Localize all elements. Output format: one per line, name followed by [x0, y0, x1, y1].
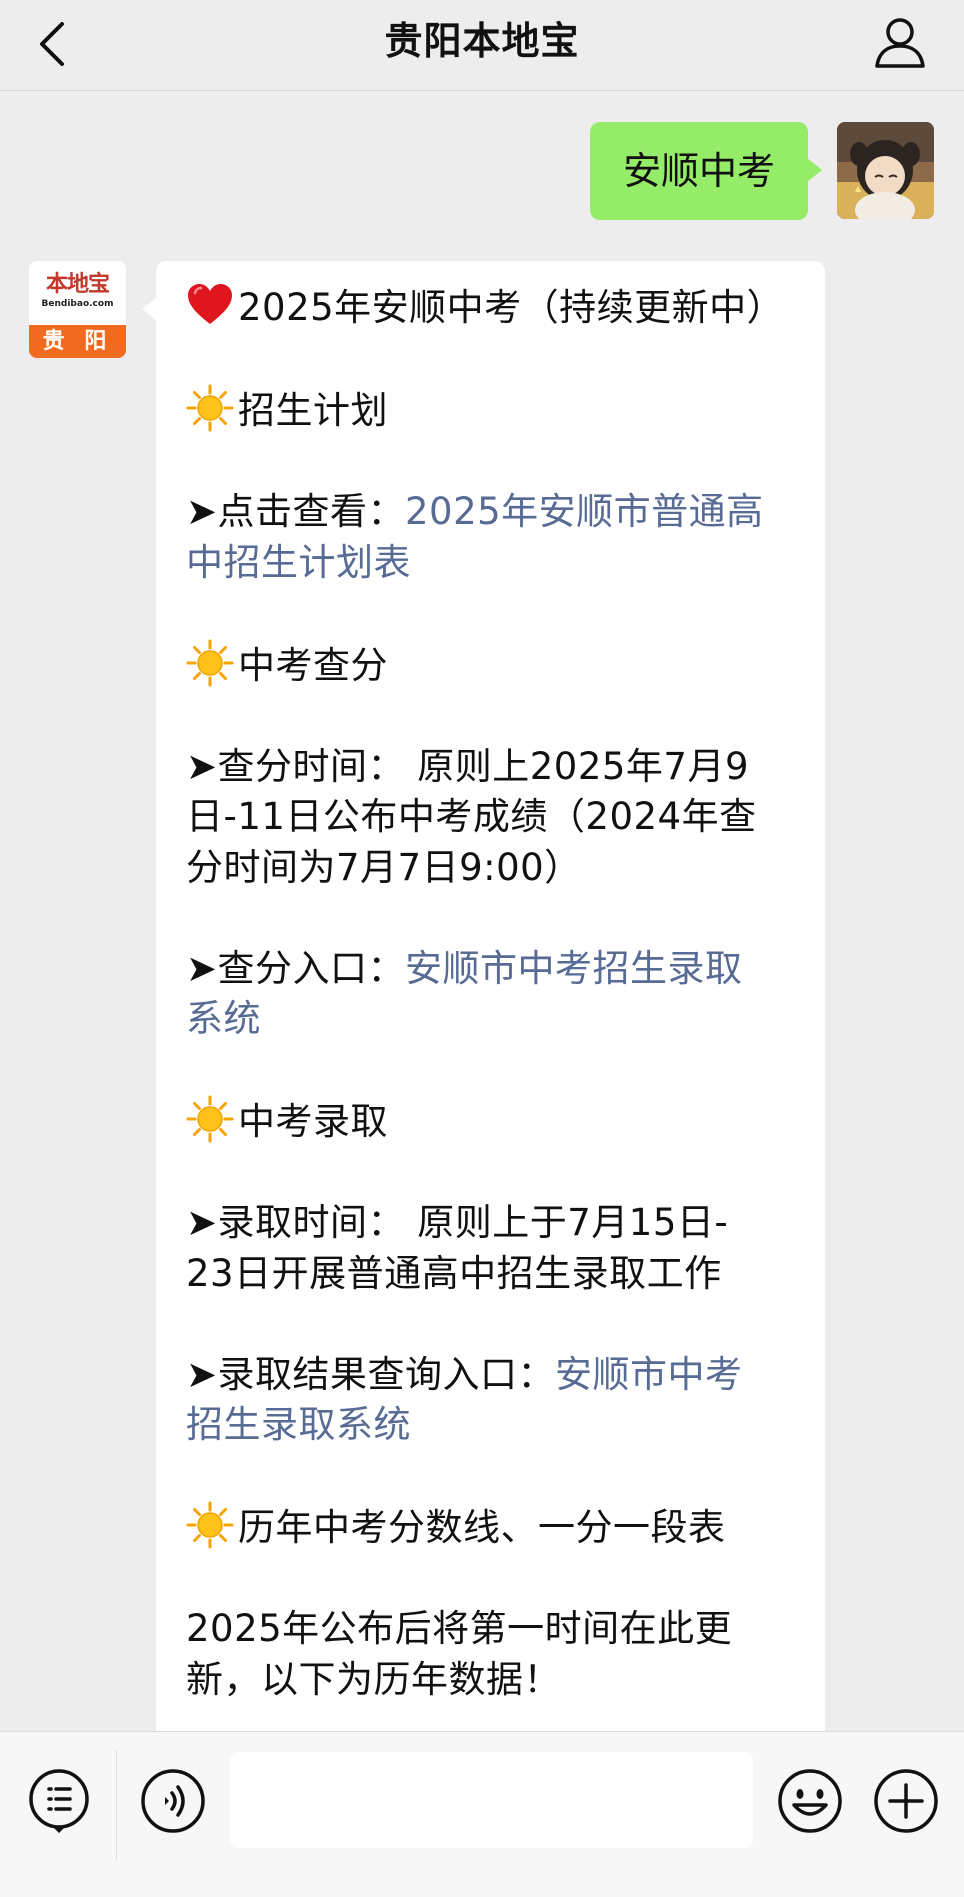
page-title: 贵阳本地宝 — [384, 19, 580, 63]
bendibao-logo-avatar[interactable]: 本地宝 Bendibao.com 贵 阳 — [29, 261, 126, 358]
bot-message-bubble[interactable]: 2025年安顺中考（持续更新中） 招生计划 ➤点击查看：2025年安顺市普通高 … — [142, 261, 825, 1731]
voice-icon[interactable] — [139, 1767, 207, 1835]
sun-icon — [186, 384, 234, 432]
message-input[interactable] — [230, 1752, 753, 1848]
item-text-line: 2025年公布后将第一时间在此更 — [186, 1607, 733, 1650]
enrollment-plan-link[interactable]: 2025年安顺市普通高 — [405, 490, 764, 533]
chat-area[interactable]: 安顺中考 本地宝 Bendibao.com 贵 阳 2025年安顺中考（持续更新… — [0, 91, 964, 1731]
item-label: ➤录取结果查询入口： — [186, 1352, 556, 1396]
message-title-text: 2025年安顺中考（持续更新中） — [238, 286, 785, 329]
item-text-line: 新，以下为历年数据！ — [186, 1657, 561, 1701]
section-heading-text: 中考查分 — [238, 643, 388, 687]
section-heading-text: 历年中考分数线、一分一段表 — [238, 1506, 726, 1549]
section-heading-text: 招生计划 — [238, 389, 388, 432]
item-label: ➤点击查看： — [186, 490, 406, 533]
person-icon[interactable] — [872, 14, 928, 70]
user-avatar[interactable] — [837, 122, 934, 219]
input-bar-divider — [116, 1750, 117, 1860]
admission-query-link-cont[interactable]: 招生录取系统 — [186, 1403, 411, 1446]
section-heading: 招生计划 — [186, 384, 786, 437]
input-bar — [0, 1731, 964, 1897]
list-item: ➤录取结果查询入口：安顺市中考 招生录取系统 — [186, 1350, 786, 1451]
list-menu-icon[interactable] — [25, 1767, 93, 1835]
list-item: ➤查分入口：安顺市中考招生录取 系统 — [186, 944, 786, 1045]
item-text-line: ➤查分时间： 原则上2025年7月9 — [186, 744, 750, 788]
heart-icon — [186, 281, 234, 329]
bot-message-content: 2025年安顺中考（持续更新中） 招生计划 ➤点击查看：2025年安顺市普通高 … — [186, 281, 786, 1731]
item-text-line: 日-11日公布中考成绩（2024年查 — [186, 795, 757, 838]
logo-top: 本地宝 Bendibao.com — [29, 261, 126, 325]
enrollment-plan-link-cont[interactable]: 中招生计划表 — [186, 541, 411, 584]
section-heading: 中考查分 — [186, 639, 786, 692]
score-query-link[interactable]: 安顺市中考招生录取 — [405, 947, 743, 990]
score-query-link-cont[interactable]: 系统 — [186, 997, 261, 1040]
list-item: ➤点击查看：2025年安顺市普通高 中招生计划表 — [186, 487, 786, 588]
sun-icon — [186, 1501, 234, 1549]
list-item: 2025年公布后将第一时间在此更 新，以下为历年数据！ — [186, 1604, 786, 1705]
item-text-line: 分时间为7月7日9:00） — [186, 845, 582, 889]
list-item: ➤查分时间： 原则上2025年7月9 日-11日公布中考成绩（2024年查 分时… — [186, 742, 786, 894]
logo-url-text: Bendibao.com — [41, 299, 114, 309]
item-label: ➤查分入口： — [186, 946, 406, 990]
item-text-line: 23日开展普通高中招生录取工作 — [186, 1251, 722, 1295]
plus-icon[interactable] — [872, 1767, 940, 1835]
sun-icon — [186, 639, 234, 687]
sun-icon — [186, 1095, 234, 1143]
logo-city-text: 贵 阳 — [29, 325, 126, 358]
smiley-icon[interactable] — [776, 1767, 844, 1835]
section-heading-text: 中考录取 — [238, 1100, 388, 1143]
logo-brand-text: 本地宝 — [45, 272, 110, 297]
item-text-line: ➤录取时间： 原则上于7月15日- — [186, 1201, 729, 1244]
user-message-bubble[interactable]: 安顺中考 — [590, 122, 822, 220]
message-title: 2025年安顺中考（持续更新中） — [186, 281, 786, 334]
nav-bar: 贵阳本地宝 — [0, 0, 964, 91]
admission-query-link[interactable]: 安顺市中考 — [555, 1353, 743, 1396]
user-message-text: 安顺中考 — [622, 149, 775, 193]
section-heading: 中考录取 — [186, 1095, 786, 1148]
section-heading: 历年中考分数线、一分一段表 — [186, 1501, 786, 1554]
list-item: ➤录取时间： 原则上于7月15日- 23日开展普通高中招生录取工作 — [186, 1198, 786, 1299]
